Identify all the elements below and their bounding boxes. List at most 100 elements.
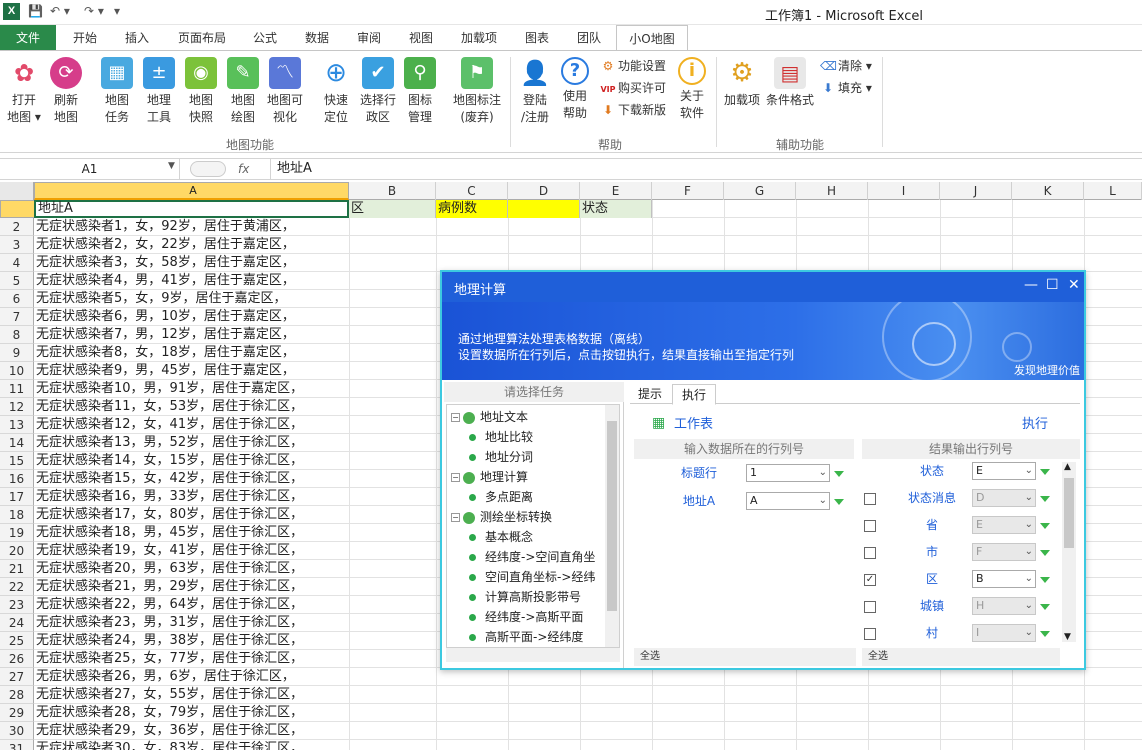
tab-charts[interactable]: 图表: [512, 25, 562, 51]
column-header-e[interactable]: E: [580, 182, 652, 200]
column-header-k[interactable]: K: [1012, 182, 1084, 200]
addins-button[interactable]: ⚙ 加载项: [720, 57, 764, 109]
cell-a17[interactable]: 无症状感染者16，男，33岁，居住于徐汇区，: [34, 488, 303, 506]
tree-category[interactable]: − 地理计算: [451, 467, 528, 487]
cell-a19[interactable]: 无症状感染者18，男，45岁，居住于徐汇区，: [34, 524, 303, 542]
tab-data[interactable]: 数据: [292, 25, 342, 51]
green-arrow-icon[interactable]: [834, 499, 844, 505]
formula-input[interactable]: 地址A: [270, 159, 312, 179]
cell-a22[interactable]: 无症状感染者21，男，29岁，居住于徐汇区，: [34, 578, 303, 596]
output-select[interactable]: F ⌄: [972, 543, 1036, 561]
name-box[interactable]: A1: [0, 159, 180, 179]
row-header[interactable]: 27: [0, 668, 34, 686]
select-all-left[interactable]: 全选: [634, 648, 856, 666]
save-icon[interactable]: 💾: [28, 4, 43, 18]
cell-a11[interactable]: 无症状感染者10，男，91岁，居住于嘉定区，: [34, 380, 303, 398]
row-header[interactable]: 20: [0, 542, 34, 560]
tree-item[interactable]: 地址比较: [469, 427, 533, 447]
customize-qat-icon[interactable]: ▾: [114, 4, 120, 18]
input-select[interactable]: A ⌄: [746, 492, 830, 510]
row-header[interactable]: 21: [0, 560, 34, 578]
fx-icon[interactable]: fx: [238, 159, 249, 179]
output-checkbox[interactable]: [864, 601, 876, 613]
cell-a31[interactable]: 无症状感染者30，女，83岁，居住于徐汇区，: [34, 740, 303, 750]
tree-item[interactable]: 空间直角坐标->经纬: [469, 567, 595, 587]
collapse-icon[interactable]: −: [451, 513, 460, 522]
row-header[interactable]: 18: [0, 506, 34, 524]
cell-a27[interactable]: 无症状感染者26，男，6岁，居住于徐汇区，: [34, 668, 295, 686]
close-icon[interactable]: ✕: [1068, 277, 1080, 293]
tree-horizontal-scrollbar[interactable]: [446, 648, 620, 662]
cell-a18[interactable]: 无症状感染者17，女，80岁，居住于徐汇区，: [34, 506, 303, 524]
row-header[interactable]: 5: [0, 272, 34, 290]
clear-button[interactable]: ⌫清除 ▾: [820, 57, 872, 75]
tab-hint[interactable]: 提示: [630, 384, 670, 404]
cell-a8[interactable]: 无症状感染者7，男，12岁，居住于嘉定区，: [34, 326, 295, 344]
column-header-b[interactable]: B: [349, 182, 436, 200]
cell-a7[interactable]: 无症状感染者6，男，10岁，居住于嘉定区，: [34, 308, 295, 326]
tree-item[interactable]: 基本概念: [469, 527, 533, 547]
tab-insert[interactable]: 插入: [112, 25, 162, 51]
tree-scroll-thumb[interactable]: [607, 421, 617, 611]
row-header[interactable]: 12: [0, 398, 34, 416]
map-annotate-button[interactable]: ⚑ 地图标注 (废弃): [448, 57, 506, 126]
tree-category[interactable]: − 地址文本: [451, 407, 528, 427]
tab-home[interactable]: 开始: [60, 25, 110, 51]
cell-a6[interactable]: 无症状感染者5，女，9岁，居住于嘉定区，: [34, 290, 287, 308]
settings-button[interactable]: ⚙ 功能设置: [600, 57, 666, 75]
cell-a12[interactable]: 无症状感染者11，女，53岁，居住于徐汇区，: [34, 398, 303, 416]
cell-a15[interactable]: 无症状感染者14，女，15岁，居住于徐汇区，: [34, 452, 303, 470]
output-select[interactable]: E ⌄: [972, 462, 1036, 480]
cell-a24[interactable]: 无症状感染者23，男，31岁，居住于徐汇区，: [34, 614, 303, 632]
map-visualize-button[interactable]: 〽 地图可 视化: [263, 57, 307, 126]
row-header[interactable]: 8: [0, 326, 34, 344]
row-header[interactable]: 23: [0, 596, 34, 614]
minimize-icon[interactable]: —: [1024, 277, 1038, 293]
cell-d1[interactable]: [508, 200, 580, 218]
output-checkbox[interactable]: [864, 493, 876, 505]
tab-formulas[interactable]: 公式: [240, 25, 290, 51]
column-header-j[interactable]: J: [940, 182, 1012, 200]
tree-item[interactable]: 计算高斯投影带号: [469, 587, 581, 607]
cell-c1[interactable]: 病例数: [436, 200, 508, 218]
scroll-down-icon[interactable]: ▼: [1064, 632, 1071, 642]
download-button[interactable]: ⬇ 下载新版: [600, 101, 666, 119]
maximize-icon[interactable]: ☐: [1046, 277, 1059, 293]
column-header-c[interactable]: C: [436, 182, 508, 200]
row-header[interactable]: 4: [0, 254, 34, 272]
scroll-up-icon[interactable]: ▲: [1064, 462, 1071, 472]
row-header[interactable]: 28: [0, 686, 34, 704]
tree-item[interactable]: 高斯平面->经纬度: [469, 627, 583, 647]
refresh-map-button[interactable]: ⟳ 刷新 地图: [44, 57, 88, 126]
cell-a20[interactable]: 无症状感染者19，女，41岁，居住于徐汇区，: [34, 542, 303, 560]
cell-a2[interactable]: 无症状感染者1，女，92岁，居住于黄浦区，: [34, 218, 295, 236]
row-header[interactable]: 3: [0, 236, 34, 254]
row-header[interactable]: 15: [0, 452, 34, 470]
column-header-i[interactable]: I: [868, 182, 940, 200]
green-arrow-icon[interactable]: [1040, 523, 1050, 529]
cell-a9[interactable]: 无症状感染者8，女，18岁，居住于嘉定区，: [34, 344, 295, 362]
row-header[interactable]: 10: [0, 362, 34, 380]
collapse-icon[interactable]: −: [451, 413, 460, 422]
quick-locate-button[interactable]: ⊕ 快速 定位: [314, 57, 358, 126]
green-arrow-icon[interactable]: [1040, 550, 1050, 556]
cell-a4[interactable]: 无症状感染者3，女，58岁，居住于嘉定区，: [34, 254, 295, 272]
cell-a26[interactable]: 无症状感染者25，女，77岁，居住于徐汇区，: [34, 650, 303, 668]
green-arrow-icon[interactable]: [1040, 631, 1050, 637]
column-header-a[interactable]: A: [34, 182, 349, 200]
name-box-dropdown-icon[interactable]: ▼: [168, 161, 175, 171]
tab-addins[interactable]: 加载项: [452, 25, 506, 51]
green-arrow-icon[interactable]: [834, 471, 844, 477]
cell-a1[interactable]: 地址A: [34, 200, 349, 218]
cell-a30[interactable]: 无症状感染者29，女，36岁，居住于徐汇区，: [34, 722, 303, 740]
green-arrow-icon[interactable]: [1040, 604, 1050, 610]
row-header[interactable]: 6: [0, 290, 34, 308]
tree-item[interactable]: 经纬度->空间直角坐: [469, 547, 595, 567]
cell-b1[interactable]: 区: [349, 200, 436, 218]
output-select[interactable]: I ⌄: [972, 624, 1036, 642]
row-header[interactable]: 17: [0, 488, 34, 506]
output-checkbox[interactable]: ✓: [864, 574, 876, 586]
cell-a21[interactable]: 无症状感染者20，男，63岁，居住于徐汇区，: [34, 560, 303, 578]
login-button[interactable]: 👤 登陆 /注册: [513, 57, 557, 126]
column-header-l[interactable]: L: [1084, 182, 1142, 200]
